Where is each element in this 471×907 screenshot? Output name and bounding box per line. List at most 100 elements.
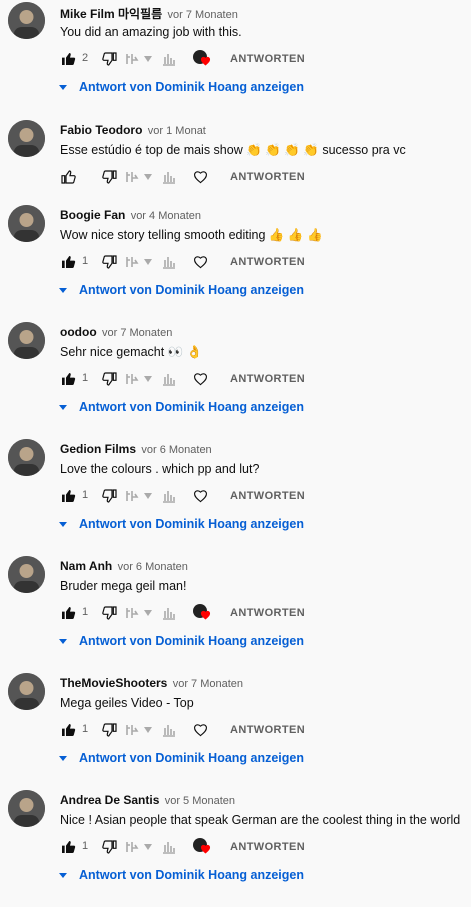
stats-button[interactable] xyxy=(162,603,176,623)
dropdown-button[interactable] xyxy=(143,252,153,272)
comment-author[interactable]: Nam Anh xyxy=(60,559,112,573)
view-replies-button[interactable]: Antwort von Dominik Hoang anzeigen xyxy=(58,80,304,94)
stats-button[interactable] xyxy=(162,252,176,272)
reply-button[interactable]: ANTWORTEN xyxy=(230,252,305,272)
comment-time[interactable]: vor 1 Monat xyxy=(148,125,206,137)
avatar[interactable] xyxy=(8,205,45,242)
dropdown-button[interactable] xyxy=(143,720,153,740)
heart-button[interactable] xyxy=(193,720,208,740)
comment-time[interactable]: vor 5 Monaten xyxy=(165,795,235,807)
dropdown-button[interactable] xyxy=(143,486,153,506)
reply-button[interactable]: ANTWORTEN xyxy=(230,603,305,623)
heart-button[interactable] xyxy=(193,167,208,187)
reply-button[interactable]: ANTWORTEN xyxy=(230,720,305,740)
like-button[interactable] xyxy=(60,486,76,506)
heart-button[interactable] xyxy=(193,252,208,272)
dropdown-button[interactable] xyxy=(143,837,153,857)
like-count: 2 xyxy=(82,52,89,64)
dropdown-button[interactable] xyxy=(143,369,153,389)
reply-button[interactable]: ANTWORTEN xyxy=(230,369,305,389)
reply-button[interactable]: ANTWORTEN xyxy=(230,49,305,69)
comment-time[interactable]: vor 7 Monaten xyxy=(102,327,172,339)
dislike-button[interactable] xyxy=(102,167,118,187)
comment-author[interactable]: Fabio Teodoro xyxy=(60,123,142,137)
comment-author[interactable]: oodoo xyxy=(60,325,97,339)
comment-author[interactable]: Gedion Films xyxy=(60,442,136,456)
dislike-button[interactable] xyxy=(102,369,118,389)
translate-button[interactable] xyxy=(126,837,140,857)
view-replies-button[interactable]: Antwort von Dominik Hoang anzeigen xyxy=(58,634,304,648)
view-replies-button[interactable]: Antwort von Dominik Hoang anzeigen xyxy=(58,868,304,882)
view-replies-button[interactable]: Antwort von Dominik Hoang anzeigen xyxy=(58,517,304,531)
comment-author[interactable]: Mike Film 마익필름 xyxy=(60,7,162,21)
like-button[interactable] xyxy=(60,720,76,740)
comment-time[interactable]: vor 7 Monaten xyxy=(173,678,243,690)
dropdown-button[interactable] xyxy=(143,49,153,69)
comment-time[interactable]: vor 6 Monaten xyxy=(141,444,211,456)
heart-button[interactable] xyxy=(193,369,208,389)
caret-down-icon xyxy=(144,493,152,499)
thumbs-down-icon xyxy=(102,489,117,503)
translate-button[interactable] xyxy=(126,486,140,506)
avatar[interactable] xyxy=(8,556,45,593)
creator-heart-badge[interactable] xyxy=(193,603,211,623)
avatar[interactable] xyxy=(8,790,45,827)
comment-time[interactable]: vor 6 Monaten xyxy=(118,561,188,573)
view-replies-button[interactable]: Antwort von Dominik Hoang anzeigen xyxy=(58,751,304,765)
dislike-button[interactable] xyxy=(102,486,118,506)
translate-button[interactable] xyxy=(126,167,140,187)
dropdown-button[interactable] xyxy=(143,603,153,623)
stats-button[interactable] xyxy=(162,49,176,69)
comment-text: Nice ! Asian people that speak German ar… xyxy=(60,813,461,827)
avatar[interactable] xyxy=(8,322,45,359)
dislike-button[interactable] xyxy=(102,720,118,740)
comment-author[interactable]: Boogie Fan xyxy=(60,208,125,222)
like-button[interactable] xyxy=(60,49,76,69)
translate-button[interactable] xyxy=(126,49,140,69)
stats-button[interactable] xyxy=(162,369,176,389)
caret-down-icon xyxy=(59,522,67,527)
avatar[interactable] xyxy=(8,120,45,157)
dislike-button[interactable] xyxy=(102,49,118,69)
translate-button[interactable] xyxy=(126,252,140,272)
creator-heart-badge[interactable] xyxy=(193,837,211,857)
reply-button[interactable]: ANTWORTEN xyxy=(230,167,305,187)
stats-button[interactable] xyxy=(162,486,176,506)
view-replies-button[interactable]: Antwort von Dominik Hoang anzeigen xyxy=(58,283,304,297)
like-button[interactable] xyxy=(60,837,76,857)
comment-time[interactable]: vor 7 Monaten xyxy=(168,9,238,21)
translate-button[interactable] xyxy=(126,603,140,623)
thumbs-up-icon xyxy=(62,256,76,268)
avatar[interactable] xyxy=(8,673,45,710)
translate-button[interactable] xyxy=(126,720,140,740)
stats-button[interactable] xyxy=(162,167,176,187)
comment-text: Sehr nice gemacht 👀 👌 xyxy=(60,345,203,359)
heart-button[interactable] xyxy=(193,486,208,506)
view-replies-label: Antwort von Dominik Hoang anzeigen xyxy=(79,751,305,765)
dislike-button[interactable] xyxy=(102,603,118,623)
dislike-button[interactable] xyxy=(102,252,118,272)
creator-heart-badge[interactable] xyxy=(193,49,211,69)
bar-chart-icon xyxy=(163,725,175,737)
reply-button[interactable]: ANTWORTEN xyxy=(230,486,305,506)
reply-button[interactable]: ANTWORTEN xyxy=(230,837,305,857)
translate-icon xyxy=(126,374,139,384)
like-button[interactable] xyxy=(60,167,76,187)
view-replies-button[interactable]: Antwort von Dominik Hoang anzeigen xyxy=(58,400,304,414)
like-button[interactable] xyxy=(60,603,76,623)
comment-author[interactable]: TheMovieShooters xyxy=(60,676,167,690)
comment-author[interactable]: Andrea De Santis xyxy=(60,793,159,807)
dislike-button[interactable] xyxy=(102,837,118,857)
like-button[interactable] xyxy=(60,252,76,272)
comment-thread: Andrea De Santis vor 5 Monaten Nice ! As… xyxy=(0,790,471,907)
like-button[interactable] xyxy=(60,369,76,389)
dropdown-button[interactable] xyxy=(143,167,153,187)
stats-button[interactable] xyxy=(162,720,176,740)
heart-icon xyxy=(193,171,208,184)
translate-button[interactable] xyxy=(126,369,140,389)
avatar[interactable] xyxy=(8,439,45,476)
comment-time[interactable]: vor 4 Monaten xyxy=(131,210,201,222)
avatar[interactable] xyxy=(8,2,45,39)
comment-header: Andrea De Santis vor 5 Monaten xyxy=(60,793,235,807)
stats-button[interactable] xyxy=(162,837,176,857)
